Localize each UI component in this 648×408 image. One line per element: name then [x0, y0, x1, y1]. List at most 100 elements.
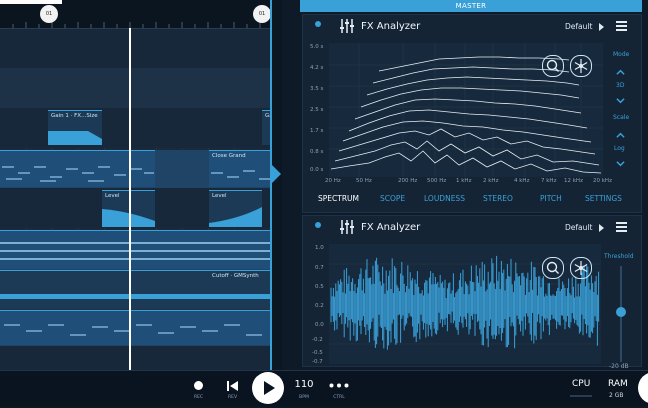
freeze-icon[interactable]: [570, 257, 592, 279]
midi-clip[interactable]: [0, 230, 272, 269]
eq-sliders-icon[interactable]: [339, 18, 355, 34]
x-tick: 2 kHz: [483, 178, 499, 184]
y-tick: 2.5 s: [310, 107, 324, 113]
x-tick: 12 kHz: [564, 178, 583, 184]
fx-enable-dot[interactable]: [315, 222, 321, 228]
cpu-label: CPU: [572, 379, 591, 389]
midi-clip[interactable]: [0, 310, 272, 345]
tab-stereo[interactable]: STEREO: [483, 194, 513, 203]
threshold-value: -20 dB: [609, 363, 629, 370]
x-tick: 20 Hz: [325, 178, 341, 184]
rewind-icon[interactable]: [227, 381, 238, 391]
play-button[interactable]: [252, 372, 284, 404]
bpm-label: BPM: [299, 395, 309, 400]
automation-curve: [48, 131, 102, 145]
clip-label: Level: [212, 193, 227, 199]
fx-title: FX Analyzer: [361, 21, 421, 32]
tab-loudness[interactable]: LOUDNESS: [424, 194, 465, 203]
fx-analyzer-scope: FX Analyzer Default 1.0 0.7 0.5 0.2 0.0 …: [302, 215, 642, 370]
y-tick: 3.5 s: [310, 86, 324, 92]
automation-clip[interactable]: Level: [209, 190, 262, 227]
fx-header: FX Analyzer Default: [303, 15, 641, 37]
arranger-view[interactable]: Gain 1 · FX...Size Ga Close Grand Level: [0, 0, 272, 370]
track-lane[interactable]: [0, 346, 272, 370]
automation-clip[interactable]: Cutoff · GMSynth: [0, 270, 272, 309]
x-tick: 500 Hz: [427, 178, 447, 184]
menu-icon[interactable]: [616, 21, 627, 31]
tempo-value[interactable]: 110: [294, 379, 314, 390]
freeze-icon[interactable]: [570, 55, 592, 77]
clip-label: Close Grand: [212, 153, 246, 159]
tab-spectrum[interactable]: SPECTRUM: [318, 194, 359, 203]
fx-analyzer-spectrum: FX Analyzer Default 5.0 s 4.2 s 3.5 s 2.…: [302, 14, 642, 213]
play-icon: [264, 381, 275, 395]
track-lane[interactable]: [0, 108, 272, 148]
y-tick: 4.2 s: [310, 65, 324, 71]
preset-arrow-icon[interactable]: [599, 23, 604, 31]
chevron-up-icon[interactable]: [616, 131, 625, 140]
ram-value: 2 GB: [609, 392, 624, 399]
midi-notes: [4, 324, 262, 336]
mode-value: 3D: [616, 82, 625, 89]
collapse-panel-arrow-icon[interactable]: [272, 165, 281, 183]
clip-label: Cutoff · GMSynth: [212, 273, 259, 279]
arranger-edge: [270, 0, 272, 370]
y-tick: 0.8 s: [310, 149, 324, 155]
midi-clip[interactable]: Close Grand: [209, 150, 272, 187]
record-icon[interactable]: [194, 381, 203, 390]
midi-notes: [2, 166, 154, 182]
tab-settings[interactable]: SETTINGS: [585, 194, 622, 203]
playhead[interactable]: [129, 28, 131, 370]
y-tick: 1.7 s: [310, 128, 324, 134]
x-tick: 50 Hz: [356, 178, 372, 184]
y-tick: 0.2: [315, 303, 324, 309]
cpu-meter: [570, 395, 592, 397]
track-lane[interactable]: [0, 68, 272, 108]
fx-enable-dot[interactable]: [315, 21, 321, 27]
automation-clip[interactable]: Gain 1 · FX...Size: [48, 110, 102, 145]
x-tick: 20 kHz: [593, 178, 612, 184]
rev-label: REV: [227, 395, 238, 400]
threshold-slider-thumb[interactable]: [616, 307, 626, 317]
x-tick: 200 Hz: [398, 178, 418, 184]
fx-header: FX Analyzer Default: [303, 216, 641, 238]
tab-scope[interactable]: SCOPE: [380, 194, 405, 203]
preset-selector[interactable]: Default: [565, 22, 592, 31]
scale-label: Scale: [613, 114, 630, 121]
midi-notes: [0, 242, 270, 260]
menu-icon[interactable]: [616, 222, 627, 232]
y-tick: 0.5: [315, 284, 324, 290]
track-lane[interactable]: [0, 28, 272, 68]
y-tick: 0.7: [315, 265, 324, 271]
ruler-ticks: [12, 22, 261, 28]
loop-range-bar[interactable]: [0, 0, 62, 4]
preset-arrow-icon[interactable]: [599, 224, 604, 232]
y-tick: 0.0 s: [310, 167, 324, 173]
x-tick: 7 kHz: [541, 178, 557, 184]
chevron-down-icon[interactable]: [616, 159, 625, 168]
chevron-up-icon[interactable]: [616, 68, 625, 77]
x-tick: 4 kHz: [514, 178, 530, 184]
y-tick: 1.0: [315, 245, 324, 251]
side-panel-button[interactable]: [638, 372, 648, 404]
y-tick: 0.0: [315, 322, 324, 328]
y-tick: -0.7: [312, 359, 323, 365]
tab-pitch[interactable]: PITCH: [540, 194, 562, 203]
midi-clip[interactable]: [0, 150, 155, 187]
scale-value: Log: [614, 145, 625, 152]
eq-sliders-icon[interactable]: [339, 219, 355, 235]
master-channel-label[interactable]: MASTER: [300, 0, 642, 12]
chevron-down-icon[interactable]: [616, 96, 625, 105]
preset-selector[interactable]: Default: [565, 223, 592, 232]
search-icon[interactable]: [542, 55, 564, 77]
loop-start-locator[interactable]: 01: [40, 5, 58, 23]
automation-curve: [209, 207, 262, 227]
more-icon[interactable]: [329, 383, 349, 388]
rec-label: REC: [193, 395, 204, 400]
timeline-ruler[interactable]: 01 01: [0, 0, 272, 29]
y-tick: 5.0 s: [310, 44, 324, 50]
automation-curve: [0, 294, 272, 299]
search-icon[interactable]: [542, 257, 564, 279]
loop-end-locator[interactable]: 01: [253, 5, 271, 23]
y-tick: -0.2: [312, 337, 323, 343]
